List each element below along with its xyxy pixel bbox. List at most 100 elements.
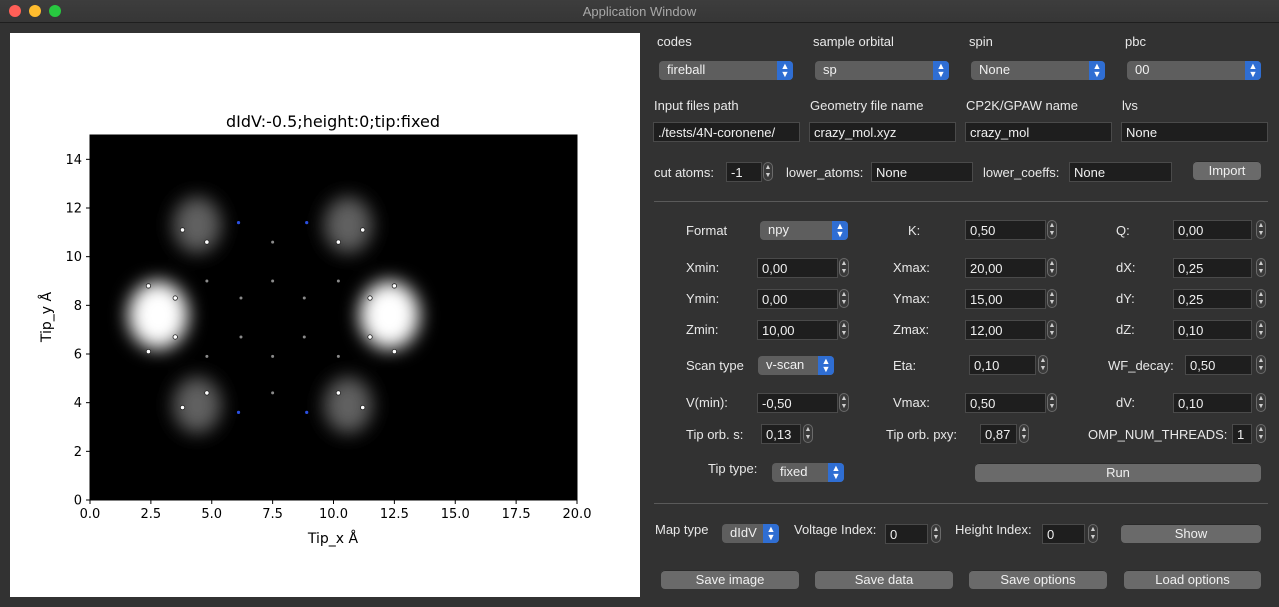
- zmax-field[interactable]: 12,00: [965, 320, 1046, 340]
- lower-atoms-field[interactable]: None: [871, 162, 973, 182]
- wf-decay-field[interactable]: 0,50: [1185, 355, 1252, 375]
- vmax-field[interactable]: 0,50: [965, 393, 1046, 413]
- atom-marker-inner: [271, 279, 275, 283]
- omp-stepper[interactable]: ▲ ▼: [1256, 424, 1266, 443]
- x-tick-label: 7.5: [262, 507, 283, 522]
- tip-type-select[interactable]: fixed ▲ ▼: [772, 463, 844, 482]
- plot-canvas[interactable]: dIdV:-0.5;height:0;tip:fixed 0.0 2.5 5.0 7.…: [10, 33, 640, 597]
- voltage-index-field[interactable]: 0: [885, 524, 928, 544]
- atom-marker-outer: [145, 348, 152, 355]
- map-type-label: Map type: [655, 522, 709, 537]
- y-tick-label: 12: [65, 202, 82, 217]
- save-options-button[interactable]: Save options: [969, 570, 1107, 589]
- vmax-stepper[interactable]: ▲ ▼: [1047, 393, 1057, 412]
- ymin-field[interactable]: 0,00: [757, 289, 838, 309]
- heatmap-blob: [324, 377, 373, 434]
- cut-atoms-field[interactable]: -1: [726, 162, 762, 182]
- save-data-button[interactable]: Save data: [815, 570, 953, 589]
- chevron-updown-icon: ▲ ▼: [933, 61, 949, 80]
- codes-value: fireball: [667, 62, 706, 77]
- xmax-field[interactable]: 20,00: [965, 258, 1046, 278]
- q-stepper[interactable]: ▲ ▼: [1256, 220, 1266, 239]
- dy-stepper[interactable]: ▲ ▼: [1256, 289, 1266, 308]
- x-tick-label: 17.5: [502, 507, 531, 522]
- input-path-field[interactable]: ./tests/4N-coronene/: [653, 122, 800, 142]
- cp2k-label: CP2K/GPAW name: [966, 98, 1078, 113]
- save-image-button[interactable]: Save image: [661, 570, 799, 589]
- spin-select[interactable]: None ▲ ▼: [971, 61, 1105, 80]
- eta-stepper[interactable]: ▲ ▼: [1038, 355, 1048, 374]
- heatmap-blob: [128, 281, 189, 350]
- ymin-label: Ymin:: [686, 291, 720, 306]
- lvs-field[interactable]: None: [1121, 122, 1268, 142]
- height-index-field[interactable]: 0: [1042, 524, 1085, 544]
- zmax-label: Zmax:: [893, 322, 930, 337]
- ymax-field[interactable]: 15,00: [965, 289, 1046, 309]
- ymin-stepper[interactable]: ▲ ▼: [839, 289, 849, 308]
- atom-marker-inner: [239, 335, 243, 339]
- title-bar: Application Window: [0, 0, 1279, 23]
- zmax-stepper[interactable]: ▲ ▼: [1047, 320, 1057, 339]
- xmin-stepper[interactable]: ▲ ▼: [839, 258, 849, 277]
- geometry-field[interactable]: crazy_mol.xyz: [809, 122, 956, 142]
- omp-field[interactable]: 1: [1232, 424, 1252, 444]
- tip-s-field[interactable]: 0,13: [761, 424, 801, 444]
- xmax-stepper[interactable]: ▲ ▼: [1047, 258, 1057, 277]
- dv-field[interactable]: 0,10: [1173, 393, 1252, 413]
- k-label: K:: [908, 223, 921, 238]
- dz-field[interactable]: 0,10: [1173, 320, 1252, 340]
- window-title: Application Window: [582, 4, 697, 19]
- cp2k-field[interactable]: crazy_mol: [965, 122, 1112, 142]
- dx-field[interactable]: 0,25: [1173, 258, 1252, 278]
- q-field[interactable]: 0,00: [1173, 220, 1252, 240]
- scan-type-label: Scan type: [686, 358, 744, 373]
- ymax-stepper[interactable]: ▲ ▼: [1047, 289, 1057, 308]
- lower-coeffs-field[interactable]: None: [1069, 162, 1172, 182]
- x-tick-label: 2.5: [141, 507, 162, 522]
- vmin-stepper[interactable]: ▲ ▼: [839, 393, 849, 412]
- atom-marker-outer: [179, 404, 186, 411]
- dx-stepper[interactable]: ▲ ▼: [1256, 258, 1266, 277]
- run-button[interactable]: Run: [975, 463, 1261, 482]
- heatmap-blob: [173, 377, 222, 434]
- atom-marker-inner: [302, 335, 306, 339]
- k-field[interactable]: 0,50: [965, 220, 1046, 240]
- pbc-select[interactable]: 00 ▲ ▼: [1127, 61, 1261, 80]
- atom-marker-inner: [336, 354, 340, 358]
- lower-atoms-label: lower_atoms:: [786, 165, 864, 180]
- eta-field[interactable]: 0,10: [969, 355, 1036, 375]
- pbc-value: 00: [1135, 62, 1150, 77]
- xmin-field[interactable]: 0,00: [757, 258, 838, 278]
- dz-stepper[interactable]: ▲ ▼: [1256, 320, 1266, 339]
- zmin-stepper[interactable]: ▲ ▼: [839, 320, 849, 339]
- atom-marker-inner: [205, 354, 209, 358]
- k-stepper[interactable]: ▲ ▼: [1047, 220, 1057, 239]
- wf-decay-stepper[interactable]: ▲ ▼: [1256, 355, 1266, 374]
- vmin-field[interactable]: -0,50: [757, 393, 838, 413]
- x-axis-label: Tip_x Å: [307, 530, 359, 547]
- sample-orbital-select[interactable]: sp ▲ ▼: [815, 61, 949, 80]
- q-label: Q:: [1116, 223, 1130, 238]
- voltage-index-stepper[interactable]: ▲ ▼: [931, 524, 941, 543]
- show-button[interactable]: Show: [1121, 524, 1261, 543]
- scan-type-select[interactable]: v-scan ▲ ▼: [758, 356, 834, 375]
- tip-s-stepper[interactable]: ▲ ▼: [803, 424, 813, 443]
- format-select[interactable]: npy ▲ ▼: [760, 221, 848, 240]
- dy-field[interactable]: 0,25: [1173, 289, 1252, 309]
- codes-select[interactable]: fireball ▲ ▼: [659, 61, 793, 80]
- zmin-field[interactable]: 10,00: [757, 320, 838, 340]
- height-index-stepper[interactable]: ▲ ▼: [1088, 524, 1098, 543]
- load-options-button[interactable]: Load options: [1124, 570, 1261, 589]
- map-type-select[interactable]: dIdV ▲ ▼: [722, 524, 779, 543]
- atom-marker-outer: [145, 283, 152, 289]
- divider: [654, 201, 1268, 202]
- import-button[interactable]: Import: [1193, 161, 1261, 180]
- cut-atoms-stepper[interactable]: ▲ ▼: [763, 162, 773, 181]
- tip-pxy-field[interactable]: 0,87: [980, 424, 1017, 444]
- tip-pxy-stepper[interactable]: ▲ ▼: [1019, 424, 1029, 443]
- y-tick-label: 0: [74, 494, 82, 509]
- atom-marker-outer: [172, 295, 178, 301]
- atom-marker-inner: [205, 279, 209, 283]
- dv-stepper[interactable]: ▲ ▼: [1256, 393, 1266, 412]
- dv-label: dV:: [1116, 395, 1136, 410]
